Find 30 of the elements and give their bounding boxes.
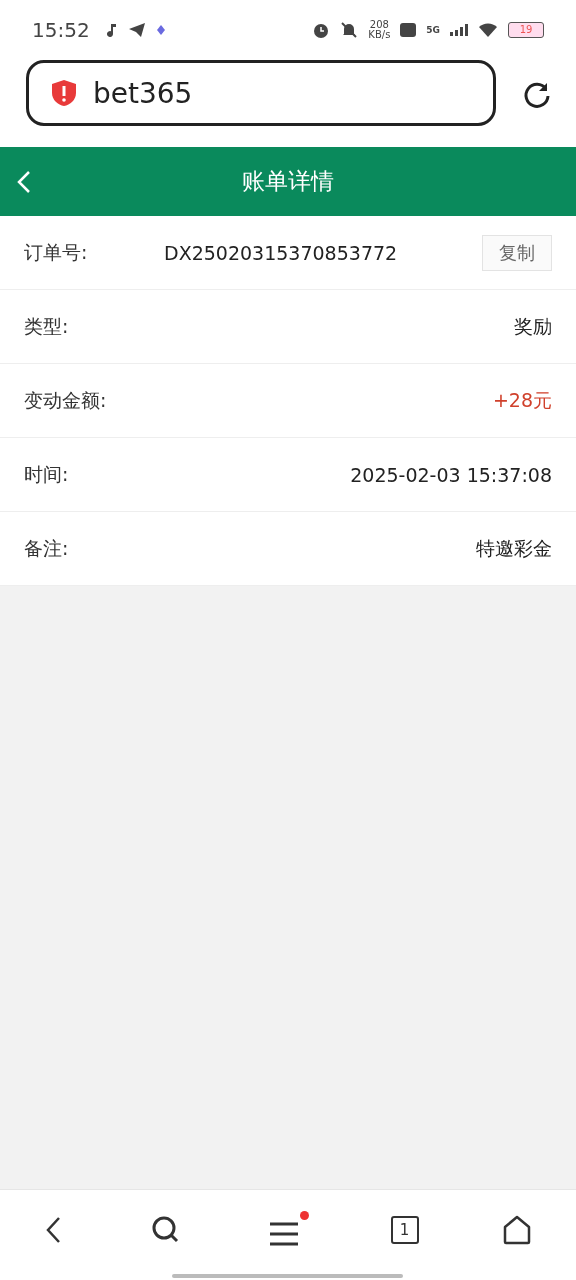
send-icon (127, 22, 146, 38)
field-value: 奖励 (514, 313, 552, 339)
chevron-left-icon (16, 169, 32, 195)
field-label: 变动金额: (24, 387, 108, 413)
address-bar[interactable]: bet365 (26, 60, 496, 126)
music-note-icon (105, 23, 118, 37)
network-speed: 208 KB/s (368, 20, 391, 40)
reload-icon (522, 80, 552, 110)
status-time: 15:52 (32, 18, 90, 42)
alarm-icon (312, 21, 331, 39)
diamond-icon (155, 24, 166, 36)
field-label: 类型: (24, 313, 70, 339)
tabs-button[interactable]: 1 (390, 1216, 419, 1244)
field-label: 订单号: (24, 239, 89, 265)
field-label: 备注: (24, 535, 70, 561)
shield-warning-icon (51, 79, 77, 107)
field-value: 2025-02-03 15:37:08 (350, 463, 552, 486)
field-value: DX25020315370853772 (164, 241, 399, 264)
home-icon (502, 1215, 533, 1245)
battery-level: 19 (508, 22, 544, 38)
network-type: 5G (426, 25, 440, 35)
bell-off-icon (340, 21, 359, 39)
menu-icon (269, 1221, 299, 1247)
field-value: +28元 (492, 387, 552, 413)
wifi-icon (478, 22, 498, 38)
copy-button[interactable]: 复制 (482, 234, 552, 271)
signal-icon (450, 24, 468, 36)
field-label: 时间: (24, 461, 70, 487)
field-value: 特邀彩金 (476, 535, 552, 561)
page-title: 账单详情 (242, 167, 334, 196)
